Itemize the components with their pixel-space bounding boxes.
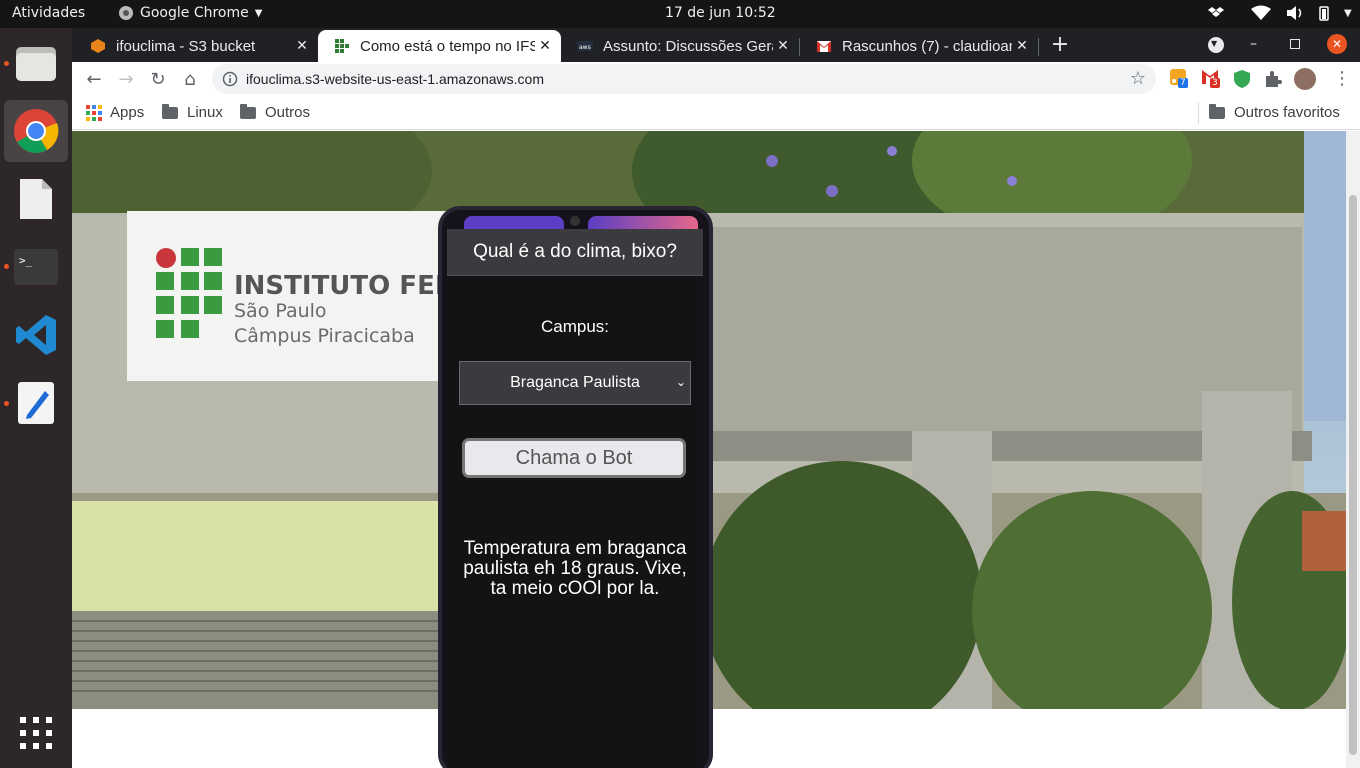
home-button[interactable]: ⌂ <box>178 67 202 91</box>
bookmark-other-favorites[interactable]: Outros favoritos <box>1209 103 1340 121</box>
toolbar: ← → ↻ ⌂ ifouclima.s3-website-us-east-1.a… <box>72 62 1360 96</box>
phone-wallpaper-right <box>588 216 698 230</box>
bookmark-folder-linux[interactable]: Linux <box>162 103 223 121</box>
close-tab-icon[interactable]: ✕ <box>1012 38 1032 54</box>
forward-button[interactable]: → <box>114 67 138 91</box>
volume-icon[interactable] <box>1286 5 1304 21</box>
dropdown-arrow-icon: ▼ <box>254 7 263 19</box>
dock-terminal[interactable]: >_ <box>4 236 68 298</box>
folder-icon <box>1209 103 1225 119</box>
profile-avatar[interactable] <box>1294 68 1316 90</box>
more-menu-icon[interactable]: ⋮ <box>1333 68 1351 89</box>
dropbox-icon[interactable] <box>1208 6 1224 20</box>
app-name: Google Chrome <box>140 5 249 21</box>
dock-vscode[interactable] <box>4 304 68 366</box>
app-header: Qual é a do clima, bixo? <box>447 229 703 276</box>
dock-text-editor[interactable] <box>4 372 68 434</box>
minimize-button[interactable]: – <box>1250 36 1257 52</box>
svg-text:aws: aws <box>579 44 591 51</box>
address-bar[interactable]: ifouclima.s3-website-us-east-1.amazonaws… <box>212 64 1156 94</box>
wifi-icon[interactable] <box>1250 5 1272 21</box>
phone-camera <box>570 216 580 226</box>
dock-files[interactable] <box>4 32 68 94</box>
call-bot-button[interactable]: Chama o Bot <box>462 438 686 478</box>
close-tab-icon[interactable]: ✕ <box>292 38 312 54</box>
terminal-icon: >_ <box>14 249 58 285</box>
tab-strip: ifouclima - S3 bucket ✕ Como está o temp… <box>72 28 1360 62</box>
feed-badge: 7 <box>1178 78 1188 88</box>
page-scrollbar[interactable] <box>1346 131 1360 768</box>
system-menu-arrow-icon[interactable]: ▼ <box>1344 8 1352 19</box>
page-viewport: INSTITUTO FED São Paulo Câmpus Piracicab… <box>72 131 1346 768</box>
weather-result-text: Temperatura em braganca paulista eh 18 g… <box>463 538 687 599</box>
bookmarks-bar: Apps Linux Outros Outros favoritos <box>72 96 1360 130</box>
dock-chrome[interactable] <box>4 100 68 162</box>
sign-title: INSTITUTO FED <box>234 271 456 301</box>
app-grid-icon <box>20 717 52 749</box>
url-text: ifouclima.s3-website-us-east-1.amazonaws… <box>246 71 544 87</box>
gmail-icon <box>817 41 831 52</box>
sign-campus: Câmpus Piracicaba <box>234 325 415 347</box>
chrome-icon <box>119 6 133 20</box>
back-button[interactable]: ← <box>82 67 106 91</box>
bookmark-apps[interactable]: Apps <box>86 104 144 121</box>
close-window-button[interactable]: ✕ <box>1327 34 1347 54</box>
tab-weather[interactable]: Como está o tempo no IFSP ✕ <box>318 30 561 62</box>
aws-icon: aws <box>577 41 593 51</box>
vscode-icon <box>16 315 56 355</box>
reload-button[interactable]: ↻ <box>146 67 170 91</box>
text-editor-icon <box>18 382 54 424</box>
chevron-down-icon: ▼ <box>1211 39 1218 48</box>
show-applications-button[interactable] <box>4 702 68 764</box>
campus-select-value: Braganca Paulista <box>510 374 640 391</box>
files-icon <box>16 47 56 81</box>
tab-search-button[interactable]: ▼ <box>1208 37 1224 53</box>
close-tab-icon[interactable]: ✕ <box>773 38 793 54</box>
system-top-bar: Atividades Google Chrome ▼ 17 de jun 10:… <box>0 0 1360 28</box>
battery-icon[interactable] <box>1318 5 1330 21</box>
document-icon <box>20 179 52 219</box>
app-menu[interactable]: Google Chrome ▼ <box>118 5 262 21</box>
system-tray[interactable]: ▼ <box>1208 5 1352 21</box>
campus-select[interactable]: Braganca Paulista ⌄ <box>459 361 691 405</box>
tab-aws-discussions[interactable]: aws Assunto: Discussões Gerais ✕ <box>561 30 799 62</box>
mail-extension[interactable]: 3 <box>1202 69 1224 91</box>
bookmark-star-icon[interactable]: ☆ <box>1130 68 1146 89</box>
tab-separator <box>1038 38 1039 56</box>
s3-bucket-icon <box>91 39 105 53</box>
maximize-button[interactable] <box>1290 39 1300 49</box>
apps-grid-icon <box>86 104 102 121</box>
browser-window: ifouclima - S3 bucket ✕ Como está o temp… <box>72 28 1360 768</box>
puzzle-extensions-icon[interactable] <box>1264 70 1282 88</box>
clock[interactable]: 17 de jun 10:52 <box>665 5 776 21</box>
bookmarks-divider <box>1198 102 1199 124</box>
weather-bot-panel: Qual é a do clima, bixo? Campus: Braganc… <box>447 229 703 768</box>
svg-text:>_: >_ <box>19 254 33 267</box>
tab-s3-bucket[interactable]: ifouclima - S3 bucket ✕ <box>74 30 318 62</box>
campus-label: Campus: <box>540 317 610 336</box>
mail-badge: 3 <box>1210 78 1220 88</box>
close-tab-icon[interactable]: ✕ <box>535 38 555 54</box>
activities-button[interactable]: Atividades <box>12 5 85 21</box>
sign-state: São Paulo <box>234 300 327 322</box>
dock-document-viewer[interactable] <box>4 168 68 230</box>
dock: >_ <box>0 28 72 768</box>
info-icon[interactable] <box>222 71 238 87</box>
phone-wallpaper-left <box>464 216 564 230</box>
sheets-grid-icon <box>335 39 349 53</box>
folder-icon <box>162 103 178 119</box>
chevron-down-icon: ⌄ <box>675 375 686 389</box>
bookmark-folder-outros[interactable]: Outros <box>240 103 310 121</box>
chrome-icon <box>14 109 59 153</box>
feed-extension[interactable]: 7 <box>1170 69 1192 91</box>
new-tab-button[interactable]: + <box>1047 32 1073 58</box>
folder-icon <box>240 103 256 119</box>
scrollbar-thumb[interactable] <box>1349 195 1357 755</box>
tab-gmail-drafts[interactable]: Rascunhos (7) - claudioandre ✕ <box>800 30 1038 62</box>
shield-extension-icon[interactable] <box>1234 70 1250 88</box>
